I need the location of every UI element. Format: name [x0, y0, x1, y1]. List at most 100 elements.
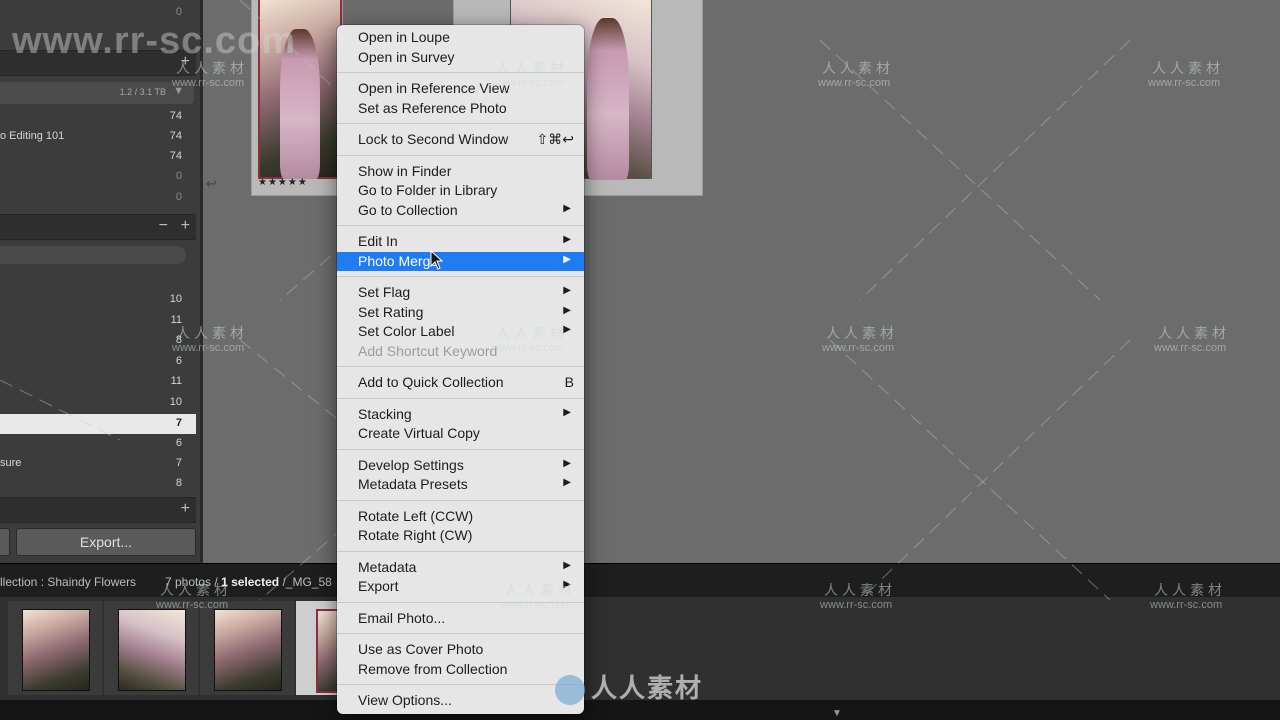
menu-item-set-as-reference-photo[interactable]: Set as Reference Photo [337, 99, 584, 118]
panel-row[interactable]: 0 [0, 3, 196, 23]
menu-item-export[interactable]: Export ▶ [337, 577, 584, 596]
collection-row[interactable]: 11 [0, 372, 196, 392]
menu-separator [337, 448, 584, 450]
row-count: 0 [175, 6, 182, 18]
menu-item-create-virtual-copy[interactable]: Create Virtual Copy [337, 424, 584, 443]
menu-separator [337, 633, 584, 634]
menu-item-label: Open in Loupe [358, 29, 450, 45]
rotate-badge-icon[interactable]: ↩ [202, 176, 240, 194]
context-menu: Open in Loupe Open in Survey Open in Refer… [337, 25, 584, 714]
menu-separator [337, 684, 584, 685]
menu-item-set-rating[interactable]: Set Rating ▶ [337, 303, 584, 322]
photo-thumbnail [214, 609, 282, 691]
mouse-cursor-icon [430, 250, 444, 270]
photos-total: 7 photos / [165, 575, 218, 589]
filmstrip-status-bar: llection : Shaindy Flowers 7 photos / 1 … [0, 563, 1280, 598]
catalog-row[interactable]: 74 [0, 147, 196, 167]
menu-item-develop-settings[interactable]: Develop Settings ▶ [337, 456, 584, 475]
menu-item-shortcut: B [564, 374, 574, 390]
menu-item-label: Export [358, 578, 399, 594]
collection-row[interactable]: sure 7 [0, 454, 196, 474]
menu-item-rotate-right-cw[interactable]: Rotate Right (CW) [337, 526, 584, 545]
collection-count: 7 [175, 417, 182, 429]
selected-count: 1 selected [221, 575, 280, 589]
submenu-arrow-icon: ▶ [563, 406, 571, 418]
filmstrip-thumbnail[interactable] [104, 601, 198, 695]
collection-row[interactable]: 6 [0, 352, 196, 372]
collection-row[interactable]: 7 [0, 414, 196, 434]
export-button[interactable]: Export... [16, 528, 196, 556]
menu-item-use-as-cover-photo[interactable]: Use as Cover Photo [337, 640, 584, 659]
catalog-row[interactable]: 74 [0, 107, 196, 127]
section-header-collections[interactable]: − + [0, 214, 196, 240]
rating-stars[interactable]: ★★★★★ [258, 177, 308, 188]
menu-item-label: Add Shortcut Keyword [358, 342, 498, 359]
menu-item-remove-from-collection[interactable]: Remove from Collection [337, 660, 584, 679]
menu-item-label: Add to Quick Collection [358, 374, 504, 390]
menu-item-lock-to-second-window[interactable]: Lock to Second Window ⇧⌘↩ [337, 130, 584, 149]
menu-item-label: Edit In [358, 233, 398, 249]
menu-item-label: Email Photo... [358, 609, 446, 626]
storage-bar[interactable]: 1.2 / 3.1 TB ▼ [0, 82, 194, 104]
collection-row[interactable]: 11 [0, 311, 196, 331]
collection-filter-input[interactable] [0, 246, 186, 264]
menu-item-edit-in[interactable]: Edit In ▶ [337, 232, 584, 251]
collection-row[interactable]: 8 [0, 331, 196, 351]
catalog-row[interactable]: o Editing 101 74 [0, 127, 196, 147]
dropdown-triangle-icon[interactable]: ▼ [173, 85, 184, 97]
section-header-publish[interactable]: + [0, 497, 196, 523]
menu-item-label: Stacking [358, 405, 412, 422]
filmstrip-thumbnail[interactable] [200, 601, 294, 695]
menu-item-label: Set Rating [358, 303, 424, 320]
section-header-catalog[interactable]: + [0, 50, 196, 76]
collection-row[interactable]: 10 [0, 290, 196, 310]
menu-item-view-options[interactable]: View Options... [337, 691, 584, 710]
menu-separator [337, 550, 584, 552]
menu-item-set-color-label[interactable]: Set Color Label ▶ [337, 322, 584, 341]
add-icon[interactable]: + [181, 217, 190, 235]
left-panel: 0 + 1.2 / 3.1 TB ▼ 74 o Editing 101 74 74 0 0… [0, 0, 203, 563]
menu-item-email-photo[interactable]: Email Photo... [337, 609, 584, 628]
menu-item-open-in-survey[interactable]: Open in Survey [337, 48, 584, 67]
menu-separator [337, 72, 584, 73]
collection-row[interactable]: 6 [0, 434, 196, 454]
file-name: /_MG_58 [282, 575, 332, 589]
filmstrip-thumbnail[interactable] [8, 601, 102, 695]
menu-item-label: Metadata Presets [358, 476, 468, 492]
row-label: o Editing 101 [0, 130, 65, 142]
menu-item-go-to-folder-in-library[interactable]: Go to Folder in Library [337, 181, 584, 200]
add-icon[interactable]: + [181, 53, 190, 71]
import-button[interactable] [0, 528, 10, 556]
menu-item-stacking[interactable]: Stacking ▶ [337, 405, 584, 424]
submenu-arrow-icon: ▶ [563, 304, 571, 316]
collection-row[interactable]: 10 [0, 393, 196, 413]
menu-separator [337, 276, 584, 277]
menu-item-metadata-presets[interactable]: Metadata Presets ▶ [337, 475, 584, 494]
menu-item-set-flag[interactable]: Set Flag ▶ [337, 283, 584, 302]
panel-toggle-triangle-icon[interactable]: ▼ [832, 708, 842, 719]
menu-item-label: Rotate Right (CW) [358, 527, 473, 543]
grid-cell[interactable]: ★★★★★ [251, 0, 343, 196]
remove-icon[interactable]: − [159, 217, 168, 235]
menu-item-rotate-left-ccw[interactable]: Rotate Left (CCW) [337, 507, 584, 526]
collection-name[interactable]: llection : Shaindy Flowers [0, 575, 136, 589]
menu-item-show-in-finder[interactable]: Show in Finder [337, 162, 584, 181]
menu-item-open-in-loupe[interactable]: Open in Loupe [337, 28, 584, 47]
photo-thumbnail [22, 609, 90, 691]
menu-item-metadata[interactable]: Metadata ▶ [337, 558, 584, 577]
menu-item-photo-merge[interactable]: Photo Merge ▶ [337, 251, 584, 271]
submenu-arrow-icon: ▶ [563, 559, 571, 571]
catalog-row[interactable]: 0 [0, 167, 196, 187]
collection-row[interactable]: 8 [0, 474, 196, 494]
menu-item-go-to-collection[interactable]: Go to Collection ▶ [337, 201, 584, 220]
menu-item-add-to-quick-collection[interactable]: Add to Quick Collection B [337, 373, 584, 392]
menu-item-open-in-reference-view[interactable]: Open in Reference View [337, 79, 584, 98]
menu-item-label: Show in Finder [358, 162, 452, 179]
photo-thumbnail[interactable] [258, 0, 342, 179]
photo-count: 7 photos / 1 selected /_MG_58 [165, 575, 332, 589]
storage-text: 1.2 / 3.1 TB [119, 87, 166, 97]
bottom-bar: ▼ [0, 700, 1280, 720]
collection-count: 10 [169, 396, 182, 408]
catalog-row[interactable]: 0 [0, 188, 196, 208]
add-icon[interactable]: + [181, 500, 190, 518]
